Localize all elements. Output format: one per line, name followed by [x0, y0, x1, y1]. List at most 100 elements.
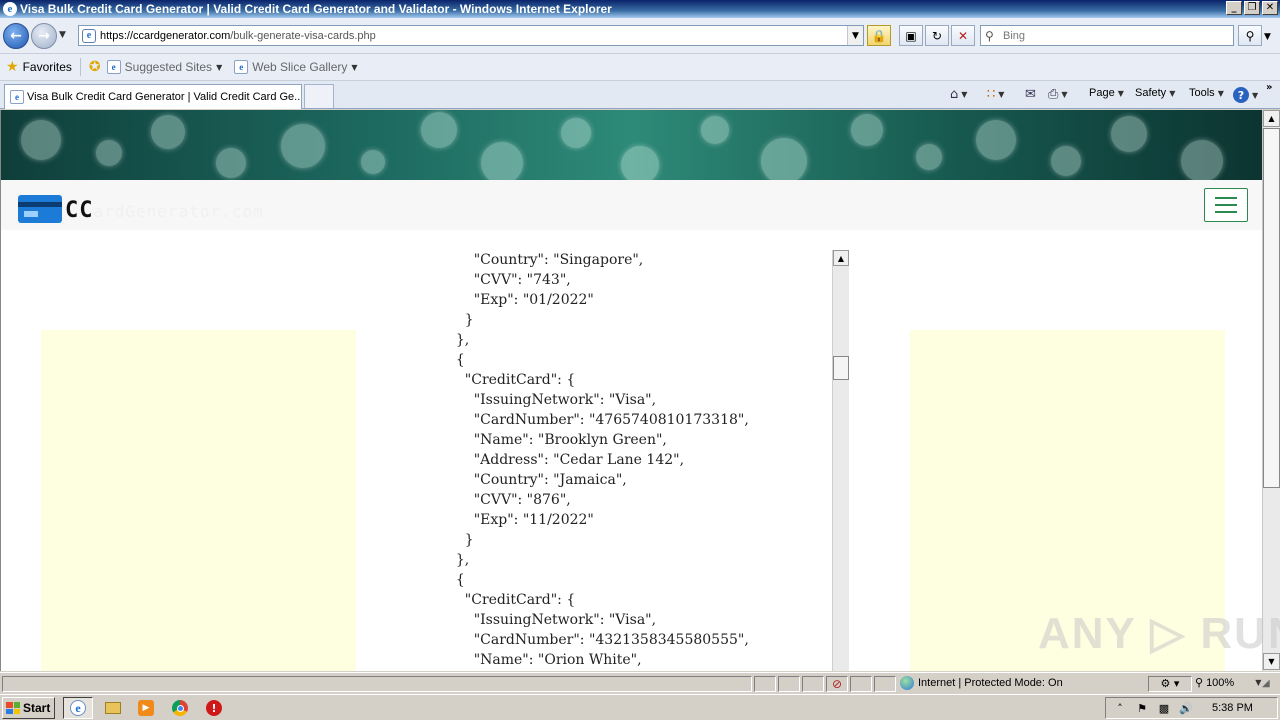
start-button[interactable]: Start	[2, 697, 55, 719]
address-bar[interactable]: e https://ccardgenerator.com/bulk-genera…	[78, 25, 864, 46]
favorites-button[interactable]: ★ Favorites	[6, 59, 72, 75]
taskbar-internet-explorer[interactable]: e	[63, 697, 93, 719]
security-lock-icon[interactable]: 🔒	[867, 25, 891, 46]
taskbar-security-app[interactable]: !	[199, 697, 229, 719]
chevron-down-icon: ▼	[1217, 88, 1224, 98]
banner-bokeh	[621, 146, 659, 180]
address-url[interactable]: https://ccardgenerator.com/bulk-generate…	[100, 30, 376, 42]
web-slice-icon: e	[234, 60, 249, 74]
minimize-button[interactable]: _	[1226, 1, 1242, 15]
banner-bokeh	[561, 118, 591, 148]
print-button[interactable]: ⎙ ▼	[1048, 87, 1068, 102]
action-center-flag-icon[interactable]: ⚑	[1134, 702, 1150, 715]
stop-icon[interactable]: ✕	[951, 25, 975, 46]
add-to-favorites-bar-button[interactable]: ✪	[89, 59, 101, 75]
status-cell	[874, 676, 896, 692]
protected-mode-icon[interactable]: ⚙ ▾	[1148, 676, 1192, 692]
internet-explorer-icon: e	[3, 2, 17, 16]
search-options-dropdown-icon[interactable]: ▼	[1264, 32, 1271, 42]
volume-icon[interactable]: 🔊	[1178, 702, 1194, 715]
feeds-button[interactable]: ∷ ▼	[987, 87, 1004, 102]
window-title: Visa Bulk Credit Card Generator | Valid …	[20, 2, 612, 16]
anyrun-watermark: ANY ▷ RUN	[1038, 609, 1280, 658]
suggested-sites-icon: e	[106, 60, 121, 74]
page-menu[interactable]: Page ▼	[1089, 87, 1124, 99]
tab-visa-generator[interactable]: e Visa Bulk Credit Card Generator | Vali…	[4, 84, 302, 109]
back-button[interactable]: ←	[3, 23, 29, 49]
status-bar: ⊘ Internet | Protected Mode: On ⚙ ▾ ⚲ 10…	[0, 672, 1280, 694]
hamburger-icon	[1215, 211, 1237, 213]
site-logo[interactable]: CCardGenerator.com	[65, 198, 264, 223]
json-scroll-thumb[interactable]	[833, 356, 849, 380]
json-line: "Country": "Jamaica",	[447, 472, 627, 488]
tools-menu[interactable]: Tools ▼	[1189, 87, 1224, 99]
forward-button[interactable]: →	[31, 23, 57, 49]
json-scrollbar[interactable]: ▲	[832, 250, 849, 671]
refresh-icon[interactable]: ↻	[925, 25, 949, 46]
more-commands-icon[interactable]: »	[1266, 82, 1272, 93]
taskbar-explorer[interactable]	[98, 697, 128, 719]
close-window-button[interactable]: ✕	[1262, 1, 1278, 15]
zoom-control[interactable]: ⚲ 100% ▼	[1195, 676, 1261, 689]
hamburger-icon	[1215, 197, 1237, 199]
json-line: "CVV": "876",	[447, 492, 571, 508]
credit-card-logo-icon[interactable]	[18, 195, 62, 223]
favorites-bar: ★ Favorites ✪ e Suggested Sites ▼ e Web …	[0, 54, 1280, 81]
json-output-box[interactable]: "Country": "Singapore", "CVV": "743", "E…	[421, 250, 849, 671]
url-domain: https://ccardgenerator.com	[100, 29, 231, 42]
search-input[interactable]: ⚲ Bing	[980, 25, 1234, 46]
scroll-up-icon[interactable]: ▲	[1263, 110, 1280, 127]
show-hidden-icons-icon[interactable]: ˄	[1112, 702, 1128, 715]
popup-blocked-icon[interactable]: ⊘	[826, 676, 848, 692]
home-button[interactable]: ⌂ ▼	[950, 87, 967, 102]
json-line: "CreditCard": {	[447, 592, 576, 608]
json-line: "CVV": "743",	[447, 272, 571, 288]
suggested-sites-link[interactable]: e Suggested Sites ▼	[106, 60, 222, 74]
add-favorite-icon: ✪	[88, 59, 101, 75]
help-button[interactable]: ? ▼	[1233, 87, 1258, 103]
json-line: "Exp": "01/2022"	[447, 292, 594, 308]
scroll-up-icon[interactable]: ▲	[833, 250, 849, 266]
web-slice-gallery-link[interactable]: e Web Slice Gallery ▼	[234, 60, 358, 74]
printer-icon: ⎙	[1048, 87, 1059, 102]
tools-menu-label: Tools	[1189, 87, 1215, 99]
taskbar-chrome[interactable]	[165, 697, 195, 719]
banner-bokeh	[361, 150, 385, 174]
json-line: "Country": "Singapore",	[447, 252, 644, 268]
page-scrollbar[interactable]: ▲ ▼	[1262, 110, 1280, 671]
taskbar-media-player[interactable]: ▶	[131, 697, 161, 719]
banner-bokeh	[421, 112, 457, 148]
home-icon: ⌂	[950, 87, 959, 102]
suggested-sites-label: Suggested Sites	[124, 60, 213, 74]
compatibility-view-icon[interactable]: ▣	[899, 25, 923, 46]
network-icon[interactable]: ▩	[1156, 702, 1172, 715]
address-dropdown-icon[interactable]: ▼	[847, 26, 863, 45]
banner-bokeh	[851, 114, 883, 146]
logo-card-chip	[24, 211, 38, 217]
read-mail-button[interactable]: ✉	[1025, 87, 1036, 102]
page-scroll-thumb[interactable]	[1263, 128, 1280, 488]
safety-menu[interactable]: Safety ▼	[1135, 87, 1175, 99]
start-label: Start	[23, 701, 51, 715]
recent-pages-dropdown-icon[interactable]: ▼	[59, 30, 66, 40]
status-cell	[778, 676, 800, 692]
media-player-icon: ▶	[138, 700, 154, 716]
system-tray: ˄ ⚑ ▩ 🔊 5:38 PM	[1105, 697, 1278, 719]
status-cell	[754, 676, 776, 692]
hamburger-icon	[1215, 204, 1237, 206]
taskbar-clock[interactable]: 5:38 PM	[1212, 702, 1253, 714]
json-line: "Name": "Orion White",	[447, 652, 642, 668]
json-line: }	[447, 532, 474, 548]
chevron-down-icon: ▼	[1061, 90, 1068, 99]
resize-grip-icon[interactable]: ◢	[1262, 678, 1270, 689]
chevron-down-icon: ▼	[998, 90, 1005, 99]
json-line: "IssuingNetwork": "Visa",	[447, 612, 657, 628]
url-path: /bulk-generate-visa-cards.php	[230, 29, 376, 42]
restore-button[interactable]: ❐	[1244, 1, 1260, 15]
new-tab-button[interactable]	[304, 84, 334, 108]
ad-placeholder-left	[41, 330, 356, 671]
security-zone[interactable]: Internet | Protected Mode: On	[900, 676, 1063, 690]
menu-toggle-button[interactable]	[1204, 188, 1248, 222]
mail-icon: ✉	[1025, 87, 1036, 102]
search-button[interactable]: ⚲	[1238, 25, 1262, 46]
